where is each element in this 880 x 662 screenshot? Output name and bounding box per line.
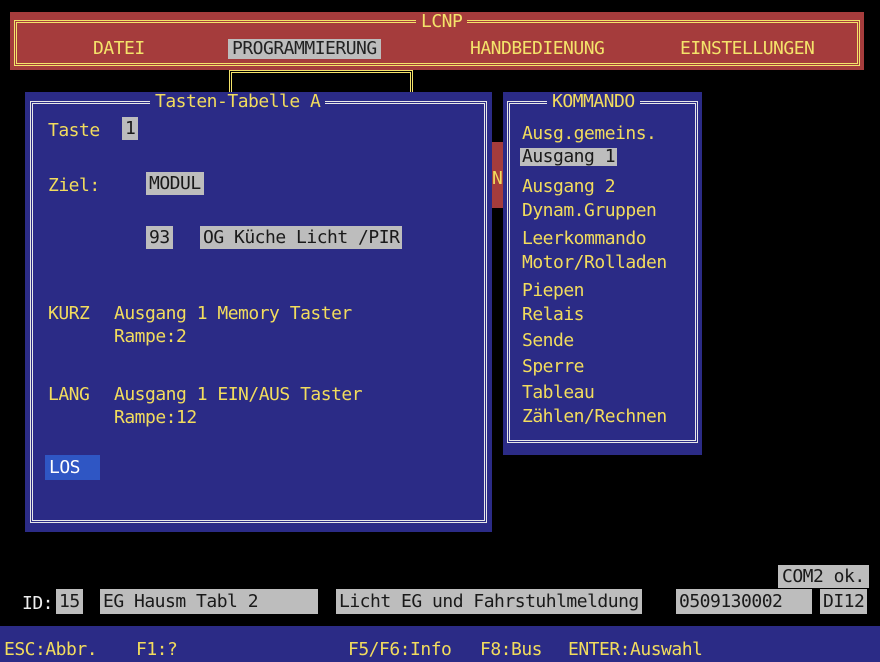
app-title: LCNP — [416, 13, 468, 31]
help-f5f6: F5/F6:Info — [348, 639, 452, 660]
description-field[interactable]: Licht EG und Fahrstuhlmeldung — [336, 589, 642, 614]
menu-datei[interactable]: DATEI — [93, 40, 145, 58]
help-f8: F8:Bus — [480, 639, 543, 660]
ziel-label: Ziel: — [48, 175, 100, 196]
kurz-rampe[interactable]: Rampe:2 — [114, 328, 187, 346]
menu-einstellungen[interactable]: EINSTELLUNGEN — [680, 40, 815, 58]
kommando-item[interactable]: Dynam.Gruppen — [522, 202, 657, 220]
kommando-item[interactable]: Leerkommando — [522, 230, 647, 248]
kommando-item[interactable]: Motor/Rolladen — [522, 254, 667, 272]
id-field[interactable]: 15 — [56, 589, 83, 614]
lang-action[interactable]: Ausgang 1 EIN/AUS Taster — [114, 386, 363, 404]
help-enter: ENTER:Auswahl — [568, 639, 703, 660]
module-name-field[interactable]: OG Küche Licht /PIR — [200, 226, 403, 249]
device-field[interactable]: EG Hausm Tabl 2 — [100, 589, 319, 614]
menu-handbedienung[interactable]: HANDBEDIENUNG — [470, 40, 605, 58]
lang-rampe[interactable]: Rampe:12 — [114, 409, 197, 427]
kommando-item-selected[interactable]: Ausgang 1 — [520, 148, 618, 166]
kommando-item[interactable]: Piepen — [522, 282, 585, 300]
kommando-item[interactable]: Relais — [522, 306, 585, 324]
los-button[interactable]: LOS — [45, 455, 101, 480]
serial-field[interactable]: 0509130002 — [676, 589, 813, 614]
com-status: COM2 ok. — [778, 565, 869, 588]
ziel-field[interactable]: MODUL — [146, 172, 204, 195]
module-number-field[interactable]: 93 — [146, 226, 173, 249]
menu-programmierung[interactable]: PROGRAMMIERUNG — [228, 39, 381, 59]
kurz-label: KURZ — [48, 303, 90, 324]
help-esc: ESC:Abbr. — [4, 639, 98, 660]
taste-label: Taste — [48, 120, 100, 141]
lang-label: LANG — [48, 384, 90, 405]
tasten-panel-title: Tasten-Tabelle A — [150, 93, 326, 111]
kommando-item[interactable]: Tableau — [522, 384, 595, 402]
kommando-item[interactable]: Ausgang 2 — [522, 178, 616, 196]
kommando-item[interactable]: Ausg.gemeins. — [522, 125, 657, 143]
taste-field[interactable]: 1 — [122, 117, 139, 140]
kommando-item[interactable]: Zählen/Rechnen — [522, 408, 667, 426]
code-field[interactable]: DI12 — [820, 589, 868, 614]
id-label: ID: — [22, 593, 54, 614]
kommando-item[interactable]: Sende — [522, 332, 574, 350]
kommando-panel-title: KOMMANDO — [547, 93, 640, 111]
background-dialog-letter: N — [492, 168, 503, 189]
help-f1: F1:? — [136, 639, 178, 660]
kommando-item[interactable]: Sperre — [522, 358, 585, 376]
kurz-action[interactable]: Ausgang 1 Memory Taster — [114, 305, 352, 323]
